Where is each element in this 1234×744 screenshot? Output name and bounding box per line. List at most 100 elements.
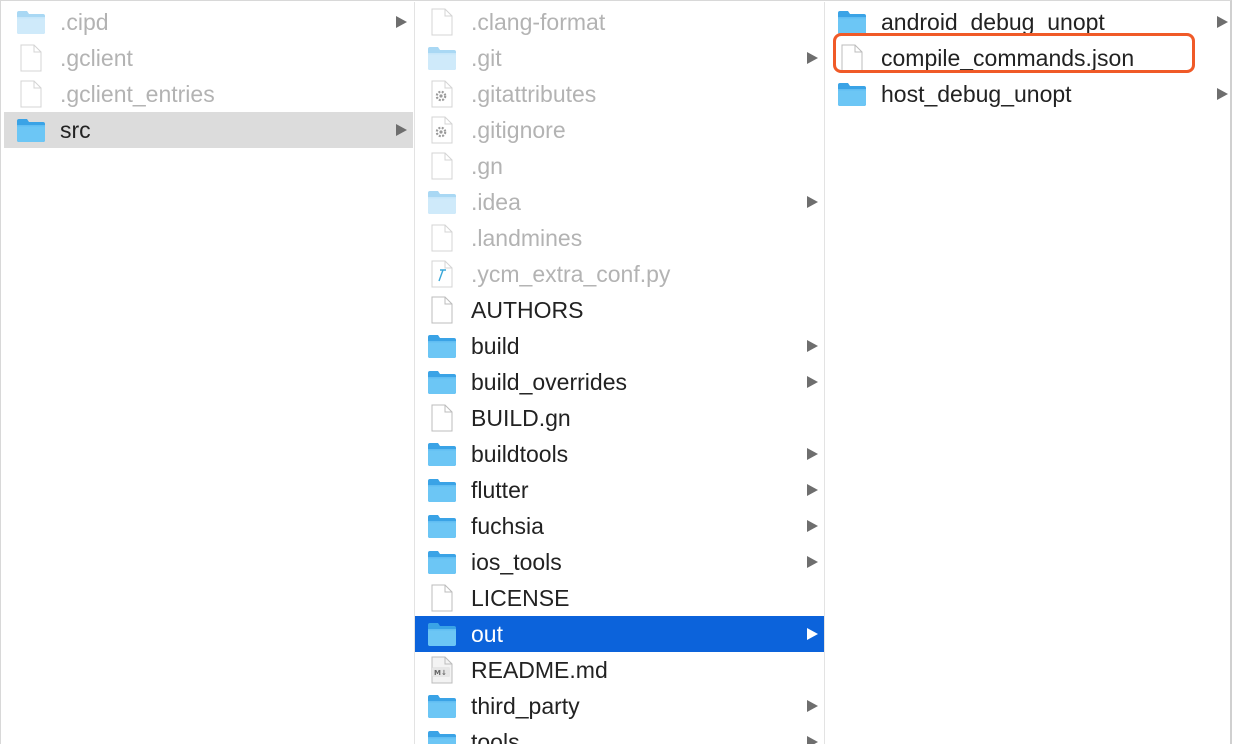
disclosure-arrow-icon[interactable] [393,4,409,40]
markdown-file-icon: M↓ [427,656,457,684]
folder-icon [837,80,867,108]
item-label: build_overrides [471,368,627,395]
gear-file-icon [427,116,457,144]
file-row[interactable]: .gn [415,148,824,184]
column-2[interactable]: .clang-format .git .gitattributes .gitignor… [414,2,824,744]
item-label: .gn [471,152,503,179]
document-icon [427,152,457,180]
document-icon [427,8,457,36]
disclosure-arrow-icon[interactable] [804,616,820,652]
document-icon [427,296,457,324]
document-icon [16,44,46,72]
item-label: LICENSE [471,584,570,611]
folder-row[interactable]: src [4,112,413,148]
folder-icon [16,116,46,144]
folder-row[interactable]: fuchsia [415,508,824,544]
document-icon [837,44,867,72]
disclosure-arrow-icon[interactable] [804,472,820,508]
item-label: .idea [471,188,521,215]
item-label: .gclient_entries [60,80,215,107]
folder-row[interactable]: tools [415,724,824,744]
folder-row[interactable]: .idea [415,184,824,220]
item-label: compile_commands.json [881,44,1135,71]
python-file-icon [427,260,457,288]
disclosure-arrow-icon[interactable] [804,436,820,472]
item-label: .git [471,44,502,71]
folder-icon [427,368,457,396]
item-label: android_debug_unopt [881,8,1105,35]
item-label: .cipd [60,8,109,35]
item-label: ios_tools [471,548,562,575]
file-row[interactable]: .gclient [4,40,413,76]
disclosure-arrow-icon[interactable] [1214,4,1230,40]
item-label: .ycm_extra_conf.py [471,260,671,287]
disclosure-arrow-icon[interactable] [804,328,820,364]
file-row[interactable]: AUTHORS [415,292,824,328]
folder-row[interactable]: host_debug_unopt [825,76,1234,112]
document-icon [16,80,46,108]
item-label: host_debug_unopt [881,80,1072,107]
item-label: buildtools [471,440,569,467]
folder-icon [427,548,457,576]
folder-icon [427,44,457,72]
folder-icon [427,476,457,504]
folder-row[interactable]: build [415,328,824,364]
item-label: flutter [471,476,529,503]
folder-row[interactable]: buildtools [415,436,824,472]
folder-row[interactable]: .cipd [4,4,413,40]
file-row[interactable]: .landmines [415,220,824,256]
document-icon [427,584,457,612]
file-row[interactable]: .ycm_extra_conf.py [415,256,824,292]
document-icon [427,224,457,252]
folder-icon [427,188,457,216]
folder-row[interactable]: .git [415,40,824,76]
file-row[interactable]: .gitignore [415,112,824,148]
file-row[interactable]: compile_commands.json [825,40,1234,76]
folder-icon [16,8,46,36]
document-icon [427,404,457,432]
item-label: out [471,620,503,647]
folder-icon [837,8,867,36]
column-1[interactable]: .cipd .gclient .gclient_entriessrc [4,2,413,744]
folder-row[interactable]: ios_tools [415,544,824,580]
folder-row[interactable]: build_overrides [415,364,824,400]
item-label: BUILD.gn [471,404,571,431]
file-row[interactable]: BUILD.gn [415,400,824,436]
file-row[interactable]: LICENSE [415,580,824,616]
file-row[interactable]: M↓ README.md [415,652,824,688]
file-row[interactable]: .clang-format [415,4,824,40]
disclosure-arrow-icon[interactable] [393,112,409,148]
folder-icon [427,728,457,744]
folder-row[interactable]: android_debug_unopt [825,4,1234,40]
item-label: .clang-format [471,8,606,35]
disclosure-arrow-icon[interactable] [804,688,820,724]
item-label: build [471,332,520,359]
disclosure-arrow-icon[interactable] [804,544,820,580]
item-label: .gitignore [471,116,566,143]
item-label: tools [471,728,520,744]
file-row[interactable]: .gclient_entries [4,76,413,112]
gear-file-icon [427,80,457,108]
disclosure-arrow-icon[interactable] [804,184,820,220]
disclosure-arrow-icon[interactable] [804,724,820,744]
folder-row[interactable]: third_party [415,688,824,724]
column-3[interactable]: android_debug_unopt compile_commands.json… [824,2,1234,744]
item-label: README.md [471,656,608,683]
folder-row[interactable]: out [415,616,824,652]
item-label: fuchsia [471,512,544,539]
folder-row[interactable]: flutter [415,472,824,508]
file-row[interactable]: .gitattributes [415,76,824,112]
disclosure-arrow-icon[interactable] [804,508,820,544]
folder-icon [427,440,457,468]
item-label: third_party [471,692,580,719]
folder-icon [427,332,457,360]
folder-icon [427,692,457,720]
item-label: src [60,116,91,143]
folder-icon [427,512,457,540]
item-label: .landmines [471,224,583,251]
disclosure-arrow-icon[interactable] [804,364,820,400]
disclosure-arrow-icon[interactable] [804,40,820,76]
svg-text:M↓: M↓ [434,669,447,677]
disclosure-arrow-icon[interactable] [1214,76,1230,112]
item-label: .gitattributes [471,80,597,107]
